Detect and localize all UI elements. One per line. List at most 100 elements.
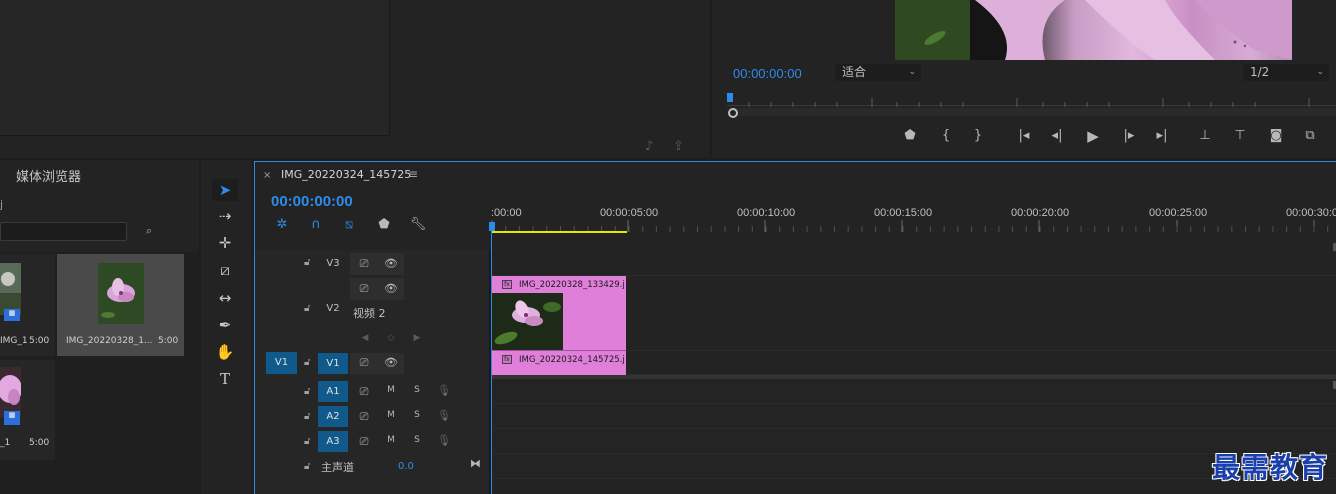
lock-icon[interactable]: 🔓︎ [304,386,310,397]
audio-only-icon[interactable]: ♪ [645,139,653,154]
go-to-in-icon[interactable]: |◂ [1013,127,1035,145]
program-zoom-handle[interactable] [728,108,738,118]
go-to-end-icon[interactable]: ⧓ [470,457,481,470]
timeline-timecode[interactable]: 00:00:00:00 [271,193,353,210]
source-patch-v1[interactable]: V1 [266,352,297,374]
project-item[interactable]: ▦ IMG_1 5:00 [0,254,55,356]
program-time-ruler[interactable] [727,92,1336,107]
track-label-a1[interactable]: A1 [318,381,348,402]
sync-lock-icon[interactable]: ⎚ [354,385,374,399]
prev-keyframe-icon[interactable]: ◀ [355,333,375,343]
step-forward-icon[interactable]: |▸ [1118,127,1140,145]
sync-lock-icon[interactable]: ⎚ [354,410,374,424]
master-volume-value[interactable]: 0.0 [398,461,414,472]
razor-tool-icon[interactable]: ⧄ [212,259,238,281]
play-icon[interactable]: ▶ [1082,127,1104,145]
export-icon[interactable]: ⇪ [673,139,684,154]
project-item[interactable]: IMG_20220328_1... 5:00 [57,254,184,356]
sync-lock-icon[interactable]: ⎚ [354,435,374,449]
resolution-dropdown[interactable]: 1/2 ⌄ [1243,64,1329,81]
track-row-a2[interactable] [491,404,1336,429]
ripple-edit-tool-icon[interactable]: ✛ [212,232,238,254]
track-row-master[interactable] [491,454,1336,479]
sync-lock-icon[interactable]: ⎚ [354,257,374,271]
export-frame-icon[interactable]: ◙ [1265,127,1287,145]
track-name-v2[interactable]: 视频 2 [353,305,386,321]
sync-lock-icon[interactable]: ⎚ [354,282,374,296]
clip-thumbnail [492,293,563,350]
sequence-badge-icon: ▦ [4,309,20,321]
in-point-icon[interactable]: { [935,127,957,145]
lock-icon[interactable]: 🔓︎ [304,303,310,314]
mute-button-a2[interactable]: M [381,410,401,420]
track-label-v2[interactable]: V2 [318,298,348,319]
out-point-icon[interactable]: } [967,127,989,145]
track-label-v3[interactable]: V3 [318,253,348,274]
hand-tool-icon[interactable]: ✋ [212,341,238,363]
slip-tool-icon[interactable]: ↔ [212,287,238,309]
track-label-a3[interactable]: A3 [318,431,348,452]
marker-icon[interactable]: ⬟ [899,127,921,145]
ruler-label: 00:00:25:00 [1149,207,1208,219]
mute-button-a1[interactable]: M [381,385,401,395]
new-bin-icon[interactable]: ⌕ [146,224,152,238]
extract-icon[interactable]: ⊤ [1229,127,1251,145]
lock-icon[interactable]: 🔓︎ [304,411,310,422]
pen-tool-icon[interactable]: ✒ [212,314,238,336]
track-select-tool-icon[interactable]: ⇢ [212,205,238,227]
eye-icon[interactable]: 👁︎ [381,282,401,295]
media-browser-tab[interactable]: 媒体浏览器 [16,166,81,185]
microphone-icon[interactable]: 🎙︎ [434,384,454,397]
menu-icon[interactable]: ≡ [408,167,418,181]
eye-icon[interactable]: 👁︎ [381,356,401,369]
lock-icon[interactable]: 🔓︎ [304,461,310,472]
mute-button-a3[interactable]: M [381,435,401,445]
lock-icon[interactable]: 🔓︎ [304,257,310,268]
linked-selection-icon[interactable]: ⧅ [340,217,358,233]
program-video-frame [895,0,1292,60]
project-item[interactable]: ▦ _1 5:00 [0,360,55,460]
go-to-out-icon[interactable]: ▸| [1151,127,1173,145]
timeline-playhead[interactable] [489,222,495,231]
fit-dropdown[interactable]: 适合 ⌄ [835,64,921,81]
sync-lock-icon[interactable]: ⎚ [354,356,374,370]
solo-button-a2[interactable]: S [407,410,427,420]
microphone-icon[interactable]: 🎙︎ [434,434,454,447]
next-keyframe-icon[interactable]: ▶ [407,333,427,343]
track-row-a3[interactable] [491,429,1336,454]
type-tool-icon[interactable]: T [212,368,238,390]
wrench-icon[interactable]: 🔧︎ [409,217,427,233]
selection-tool-icon[interactable]: ➤ [212,179,238,201]
project-item-name: IMG_20220328_1... [66,336,153,346]
work-area-bar[interactable] [492,231,627,233]
solo-button-a3[interactable]: S [407,435,427,445]
nest-icon[interactable]: ✲ [273,217,291,233]
lock-icon[interactable]: 🔓︎ [304,357,310,368]
track-row-a1[interactable] [491,379,1336,404]
add-keyframe-icon[interactable]: ◇ [381,333,401,343]
program-timecode[interactable]: 00:00:00:00 [733,66,802,81]
flower-image [895,0,1292,60]
program-scrub-bar[interactable] [733,108,1336,116]
ruler-label: :00:00 [491,207,522,219]
thumbnail-image [0,263,21,315]
add-marker-icon[interactable]: ⬟ [375,217,393,233]
lock-icon[interactable]: 🔓︎ [304,436,310,447]
project-search-input[interactable] [0,222,127,241]
close-icon[interactable]: × [263,170,271,181]
timeline-tab[interactable]: IMG_20220324_145725 [281,168,411,181]
compare-icon[interactable]: ⧉ [1299,127,1321,145]
fit-dropdown-value: 适合 [842,65,867,79]
project-item-name: IMG_1 [0,336,28,346]
microphone-icon[interactable]: 🎙︎ [434,409,454,422]
program-playhead[interactable] [727,93,733,102]
lift-icon[interactable]: ⊥ [1194,127,1216,145]
track-label-v1[interactable]: V1 [318,353,348,374]
snap-icon[interactable]: ∩ [307,217,325,233]
track-row-v3[interactable] [491,250,1336,276]
solo-button-a1[interactable]: S [407,385,427,395]
track-label-a2[interactable]: A2 [318,406,348,427]
thumbnail-image [98,263,144,324]
eye-icon[interactable]: 👁︎ [381,257,401,270]
step-back-icon[interactable]: ◂| [1046,127,1068,145]
